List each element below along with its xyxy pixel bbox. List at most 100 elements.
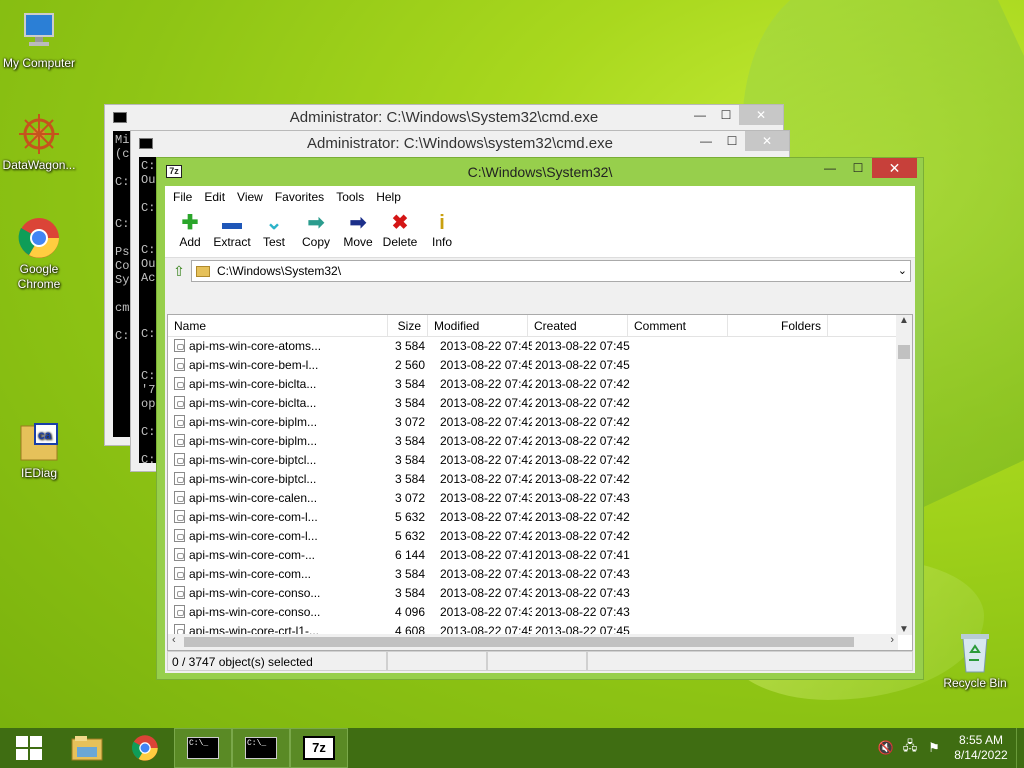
cell-modified: 2013-08-22 07:43	[440, 586, 532, 600]
table-row[interactable]: api-ms-win-core-biplm... 3 072 2013-08-22 …	[168, 413, 912, 432]
close-button[interactable]: ✕	[745, 131, 789, 151]
address-field[interactable]: C:\Windows\System32\ ⌄	[191, 260, 911, 282]
cell-size: 3 584	[394, 472, 425, 486]
horizontal-scrollbar[interactable]: ‹ ›	[168, 634, 898, 650]
cell-created: 2013-08-22 07:42	[535, 415, 630, 429]
delete-icon: ✖	[391, 212, 409, 234]
folder-up-icon[interactable]: ⇧	[169, 262, 189, 280]
table-row[interactable]: api-ms-win-core-conso... 3 584 2013-08-22 …	[168, 584, 912, 603]
column-header-comment[interactable]: Comment	[628, 315, 728, 336]
minimize-button[interactable]: —	[693, 131, 719, 151]
menu-file[interactable]: File	[167, 190, 198, 204]
windows-logo-icon	[16, 736, 42, 760]
toolbar-test-button[interactable]: ⌄ Test	[253, 208, 295, 257]
table-row[interactable]: api-ms-win-core-biplm... 3 584 2013-08-22 …	[168, 432, 912, 451]
table-row[interactable]: api-ms-win-core-bem-l... 2 560 2013-08-22 …	[168, 356, 912, 375]
minimize-button[interactable]: —	[816, 158, 844, 178]
toolbar-extract-button[interactable]: ▬ Extract	[211, 208, 253, 257]
scroll-up-icon[interactable]: ▲	[896, 315, 912, 326]
desktop-icon-recycle-bin[interactable]: Recycle Bin	[936, 630, 1014, 691]
cell-created: 2013-08-22 07:45	[535, 358, 630, 372]
table-row[interactable]: api-ms-win-core-biclta... 3 584 2013-08-22…	[168, 394, 912, 413]
table-row[interactable]: api-ms-win-core-com-... 6 144 2013-08-22 0…	[168, 546, 912, 565]
column-header-name[interactable]: Name	[168, 315, 388, 336]
table-row[interactable]: api-ms-win-core-biptcl... 3 584 2013-08-22…	[168, 470, 912, 489]
maximize-button[interactable]: ☐	[713, 105, 739, 125]
taskbar-cmd-2[interactable]: C:\_	[232, 728, 290, 768]
toolbar-move-button[interactable]: ➡ Move	[337, 208, 379, 257]
folder-icon	[196, 265, 210, 277]
cell-created: 2013-08-22 07:45	[535, 339, 630, 353]
volume-muted-icon[interactable]: 🔇	[874, 740, 898, 756]
toolbar-label: Move	[343, 235, 373, 249]
file-name: api-ms-win-core-com-l...	[189, 510, 318, 524]
taskbar-chrome[interactable]	[116, 728, 174, 768]
close-button[interactable]: ✕	[739, 105, 783, 125]
menu-bar: File Edit View Favorites Tools Help	[165, 186, 915, 208]
file-list[interactable]: Name Size Modified Created Comment Folde…	[167, 314, 913, 651]
table-row[interactable]: api-ms-win-core-com-l... 5 632 2013-08-22 …	[168, 527, 912, 546]
cell-modified: 2013-08-22 07:42	[440, 377, 532, 391]
start-button[interactable]	[0, 728, 58, 768]
toolbar-label: Add	[179, 235, 201, 249]
column-header-folders[interactable]: Folders	[728, 315, 828, 336]
maximize-button[interactable]: ☐	[719, 131, 745, 151]
table-row[interactable]: api-ms-win-core-conso... 4 096 2013-08-22 …	[168, 603, 912, 622]
table-row[interactable]: api-ms-win-core-biptcl... 3 584 2013-08-22…	[168, 451, 912, 470]
file-name: api-ms-win-core-biplm...	[189, 434, 318, 448]
toolbar-add-button[interactable]: ✚ Add	[169, 208, 211, 257]
cell-modified: 2013-08-22 07:43	[440, 605, 532, 619]
desktop-icon-my-computer[interactable]: My Computer	[0, 10, 78, 71]
table-row[interactable]: api-ms-win-core-com-l... 5 632 2013-08-22 …	[168, 508, 912, 527]
recycle-bin-icon	[953, 630, 997, 674]
menu-edit[interactable]: Edit	[198, 190, 231, 204]
menu-view[interactable]: View	[231, 190, 269, 204]
scroll-thumb[interactable]	[184, 637, 854, 647]
cell-size: 6 144	[394, 548, 425, 562]
scroll-down-icon[interactable]: ▼	[896, 624, 912, 635]
toolbar-info-button[interactable]: i Info	[421, 208, 463, 257]
cmd-icon	[113, 112, 127, 123]
desktop-icon-chrome[interactable]: Google Chrome	[0, 216, 78, 292]
scroll-right-icon[interactable]: ›	[890, 634, 894, 646]
cmd-icon: C:\_	[187, 737, 219, 759]
vertical-scrollbar[interactable]: ▲ ▼	[896, 315, 912, 635]
desktop-icon-iediag[interactable]: ca IEDiag	[0, 420, 78, 481]
chevron-down-icon[interactable]: ⌄	[898, 264, 907, 277]
maximize-button[interactable]: ☐	[844, 158, 872, 178]
cell-size: 3 584	[394, 586, 425, 600]
table-row[interactable]: api-ms-win-core-com... 3 584 2013-08-22 07…	[168, 565, 912, 584]
dll-file-icon	[174, 567, 185, 580]
clock[interactable]: 8:55 AM 8/14/2022	[946, 733, 1016, 763]
taskbar-7zip[interactable]: 7z	[290, 728, 348, 768]
menu-help[interactable]: Help	[370, 190, 407, 204]
network-icon[interactable]: 🖧	[898, 737, 922, 759]
desktop-icon-datawagon[interactable]: DataWagon...	[0, 112, 78, 173]
menu-tools[interactable]: Tools	[330, 190, 370, 204]
scroll-left-icon[interactable]: ‹	[172, 634, 176, 646]
taskbar-file-explorer[interactable]	[58, 728, 116, 768]
table-row[interactable]: api-ms-win-core-atoms... 3 584 2013-08-22 …	[168, 337, 912, 356]
list-header: Name Size Modified Created Comment Folde…	[168, 315, 912, 337]
scroll-thumb[interactable]	[898, 345, 910, 359]
cell-name: api-ms-win-core-biplm...	[168, 432, 388, 451]
table-row[interactable]: api-ms-win-core-calen... 3 072 2013-08-22 …	[168, 489, 912, 508]
show-desktop-button[interactable]	[1016, 728, 1024, 768]
dll-file-icon	[174, 586, 185, 599]
taskbar-cmd-1[interactable]: C:\_	[174, 728, 232, 768]
list-rows: api-ms-win-core-atoms... 3 584 2013-08-22 …	[168, 337, 912, 650]
minimize-button[interactable]: —	[687, 105, 713, 125]
column-header-created[interactable]: Created	[528, 315, 628, 336]
toolbar-copy-button[interactable]: ➡ Copy	[295, 208, 337, 257]
column-header-size[interactable]: Size	[388, 315, 428, 336]
menu-favorites[interactable]: Favorites	[269, 190, 330, 204]
action-center-icon[interactable]: ⚑	[922, 740, 946, 756]
cell-size: 3 072	[394, 491, 425, 505]
7zip-window[interactable]: 7z C:\Windows\System32\ — ☐ ✕ File Edit …	[156, 157, 924, 680]
datawagon-icon	[17, 112, 61, 156]
dll-file-icon	[174, 548, 185, 561]
table-row[interactable]: api-ms-win-core-biclta... 3 584 2013-08-22…	[168, 375, 912, 394]
close-button[interactable]: ✕	[872, 158, 917, 178]
toolbar-delete-button[interactable]: ✖ Delete	[379, 208, 421, 257]
column-header-modified[interactable]: Modified	[428, 315, 528, 336]
